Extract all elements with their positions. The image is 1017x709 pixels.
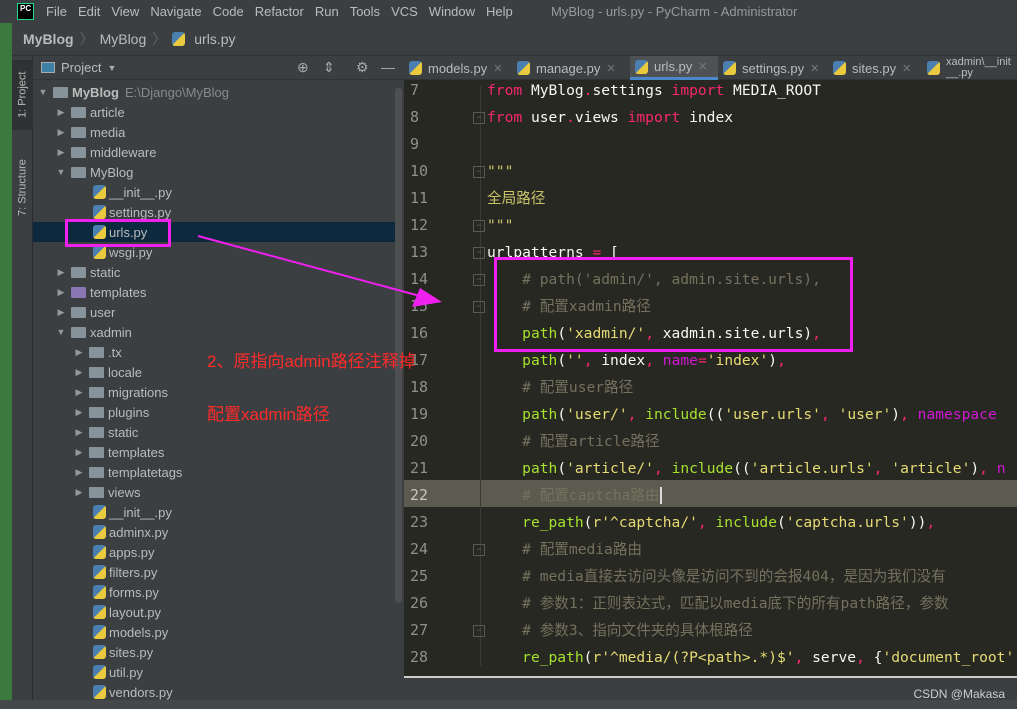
arrow-head: [412, 288, 442, 307]
annotation-note-2: 配置xadmin路径: [207, 405, 330, 424]
annotation-arrow: [197, 235, 442, 307]
highlight-box-code: [494, 257, 853, 352]
annotation-note-1: 2、原指向admin路径注释掉: [207, 352, 416, 371]
arrow-shaft: [197, 235, 421, 297]
